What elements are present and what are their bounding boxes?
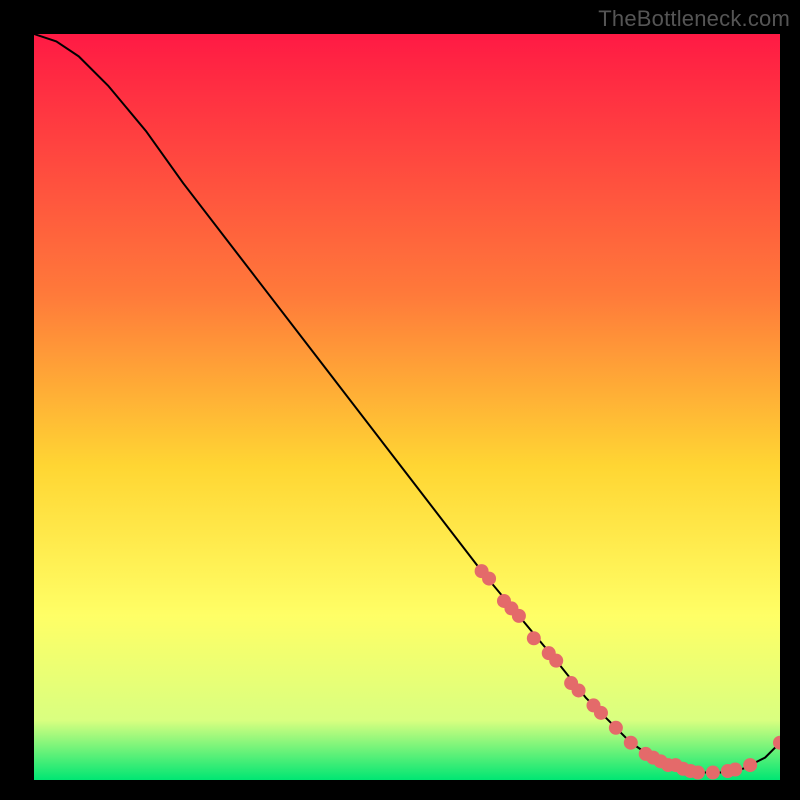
scatter-dot <box>743 758 757 772</box>
scatter-dot <box>549 654 563 668</box>
plot-area <box>34 34 780 780</box>
chart-svg <box>34 34 780 780</box>
scatter-dot <box>706 766 720 780</box>
scatter-dot <box>512 609 526 623</box>
scatter-dot <box>691 766 705 780</box>
gradient-background <box>34 34 780 780</box>
scatter-dot <box>728 763 742 777</box>
scatter-dot <box>624 736 638 750</box>
scatter-dot <box>527 631 541 645</box>
chart-container: TheBottleneck.com <box>0 0 800 800</box>
scatter-dot <box>482 572 496 586</box>
watermark-text: TheBottleneck.com <box>598 6 790 32</box>
scatter-dot <box>594 706 608 720</box>
scatter-dot <box>572 683 586 697</box>
scatter-dot <box>609 721 623 735</box>
